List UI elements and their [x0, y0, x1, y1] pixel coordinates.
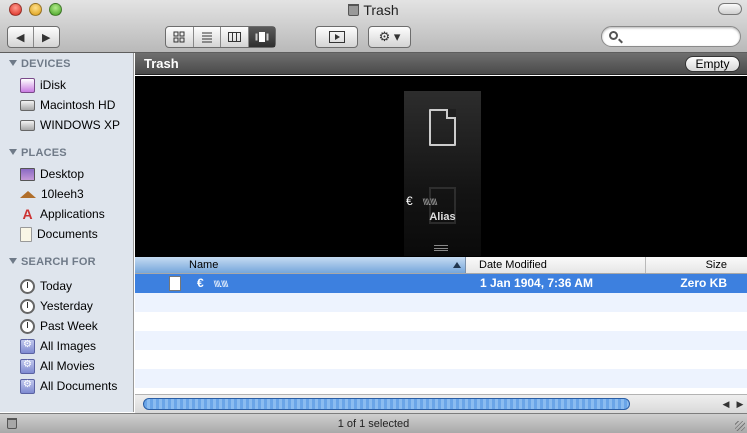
empty-row	[135, 350, 747, 369]
sidebar-item-documents[interactable]: Documents	[20, 225, 98, 243]
sidebar-section-places[interactable]: PLACES	[9, 147, 67, 159]
sidebar-section-devices[interactable]: DEVICES	[9, 58, 71, 70]
sidebar-item-today[interactable]: Today	[20, 277, 72, 295]
file-date-modified: 1 Jan 1904, 7:36 AM	[480, 276, 593, 290]
view-coverflow-button[interactable]	[248, 27, 275, 47]
forward-arrow-icon: ▶	[42, 31, 51, 44]
sort-ascending-icon	[453, 262, 461, 268]
horizontal-scrollbar[interactable]: ◀ ▶	[135, 394, 747, 413]
empty-row	[135, 331, 747, 350]
smart-folder-icon	[20, 338, 35, 354]
sidebar-section-search-for[interactable]: SEARCH FOR	[9, 256, 96, 268]
empty-row	[135, 369, 747, 388]
sidebar-item-all-documents[interactable]: All Documents	[20, 377, 117, 395]
list-column-header: Name Date Modified Size	[135, 257, 747, 274]
view-mode-control	[165, 26, 276, 48]
scroll-right-arrow-icon[interactable]: ▶	[734, 398, 746, 410]
table-row[interactable]: € \\\\.\\\\ 1 Jan 1904, 7:36 AM Zero KB	[135, 274, 747, 293]
clock-icon	[20, 298, 35, 314]
scrollbar-thumb[interactable]	[143, 398, 630, 410]
clock-icon	[20, 318, 35, 334]
forward-button[interactable]: ▶	[34, 27, 59, 47]
file-name: € \\\\.\\\\	[197, 276, 228, 290]
coverflow-item-name: € \\\\.\\\\	[406, 194, 437, 208]
trash-icon	[348, 4, 360, 16]
column-view-icon	[227, 32, 241, 42]
sidebar-item-all-movies[interactable]: All Movies	[20, 357, 95, 375]
search-field[interactable]	[601, 26, 741, 47]
quick-look-icon	[328, 31, 345, 43]
disclosure-triangle-icon	[9, 258, 17, 264]
sidebar-item-macintosh-hd[interactable]: Macintosh HD	[20, 96, 115, 114]
column-header-size[interactable]: Size	[646, 257, 744, 273]
empty-row	[135, 312, 747, 331]
coverflow-view-icon	[255, 32, 269, 42]
sidebar-item-all-images[interactable]: All Images	[20, 337, 96, 355]
sidebar-item-home[interactable]: 10leeh3	[20, 185, 84, 203]
column-header-date-modified[interactable]: Date Modified	[474, 257, 646, 273]
applications-icon: A	[22, 205, 33, 222]
sidebar-item-desktop[interactable]: Desktop	[20, 165, 84, 183]
hard-disk-icon	[20, 99, 35, 111]
empty-trash-button[interactable]: Empty	[685, 56, 740, 72]
view-columns-button[interactable]	[221, 27, 249, 47]
coverflow-item[interactable]: € \\\\.\\\\ Alias	[404, 91, 481, 256]
sidebar-item-idisk[interactable]: iDisk	[20, 76, 66, 94]
sidebar-item-yesterday[interactable]: Yesterday	[20, 297, 93, 315]
sidebar-item-applications[interactable]: A Applications	[20, 205, 104, 223]
column-header-name[interactable]: Name	[135, 257, 466, 273]
sidebar-item-windows-xp[interactable]: WINDOWS XP	[20, 116, 120, 134]
document-icon	[429, 109, 456, 146]
sidebar: DEVICES iDisk Macintosh HD WINDOWS XP PL…	[0, 53, 134, 412]
document-icon	[169, 276, 181, 291]
gear-icon: ⚙ ▾	[378, 29, 401, 44]
status-bar: 1 of 1 selected	[0, 413, 747, 433]
back-forward-control: ◀ ▶	[7, 26, 60, 48]
back-arrow-icon: ◀	[16, 31, 25, 44]
search-icon	[609, 31, 618, 40]
action-menu-button[interactable]: ⚙ ▾	[368, 26, 411, 48]
search-input[interactable]	[622, 29, 734, 44]
smart-folder-icon	[20, 358, 35, 374]
smart-folder-icon	[20, 378, 35, 394]
empty-row	[135, 293, 747, 312]
view-list-button[interactable]	[194, 27, 221, 47]
disclosure-triangle-icon	[9, 149, 17, 155]
window-title: Trash	[0, 2, 747, 18]
scroll-left-arrow-icon[interactable]: ◀	[720, 398, 732, 410]
sidebar-item-past-week[interactable]: Past Week	[20, 317, 98, 335]
folder-title: Trash	[144, 56, 179, 71]
coverflow-resize-handle[interactable]	[434, 245, 448, 251]
folder-header-bar: Trash Empty	[135, 53, 747, 75]
file-size: Zero KB	[680, 276, 727, 290]
selection-status: 1 of 1 selected	[337, 418, 410, 430]
back-button[interactable]: ◀	[8, 27, 34, 47]
quick-look-button[interactable]	[315, 26, 358, 48]
toolbar-toggle-button[interactable]	[718, 3, 742, 15]
icon-view-icon	[173, 31, 185, 43]
desktop-icon	[20, 167, 35, 181]
view-icons-button[interactable]	[166, 27, 194, 47]
clock-icon	[20, 278, 35, 294]
home-icon	[20, 190, 36, 198]
coverflow-view: € \\\\.\\\\ Alias	[135, 76, 747, 257]
file-list: € \\\\.\\\\ 1 Jan 1904, 7:36 AM Zero KB	[135, 274, 747, 392]
coverflow-item-kind: Alias	[429, 211, 456, 223]
hard-disk-icon	[20, 119, 35, 131]
documents-icon	[20, 226, 32, 242]
window-toolbar: Trash ◀ ▶ ⚙ ▾	[0, 0, 747, 53]
resize-grip-icon[interactable]	[735, 421, 745, 431]
list-view-icon	[201, 32, 212, 43]
disclosure-triangle-icon	[9, 60, 17, 66]
idisk-icon	[20, 77, 35, 93]
